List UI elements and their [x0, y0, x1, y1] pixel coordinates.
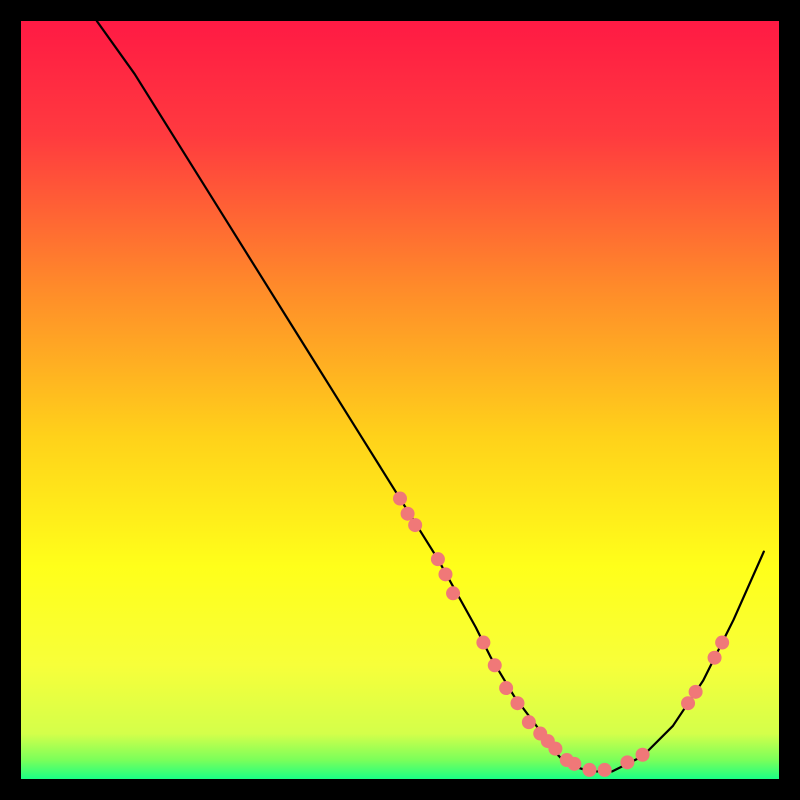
data-point — [522, 715, 536, 729]
data-point — [715, 636, 729, 650]
data-point — [401, 507, 415, 521]
data-point — [393, 492, 407, 506]
data-point — [567, 757, 581, 771]
data-point — [708, 651, 722, 665]
data-point — [636, 748, 650, 762]
data-point — [431, 552, 445, 566]
data-point — [620, 755, 634, 769]
data-point — [681, 696, 695, 710]
bottleneck-curve-chart — [21, 21, 779, 779]
data-point — [446, 586, 460, 600]
chart-frame: TheBottleneck.com — [21, 21, 779, 779]
data-point — [476, 636, 490, 650]
data-point — [408, 518, 422, 532]
data-point — [488, 658, 502, 672]
data-point — [583, 763, 597, 777]
data-point — [598, 763, 612, 777]
data-point — [689, 685, 703, 699]
data-point — [438, 567, 452, 581]
data-point — [499, 681, 513, 695]
gradient-background — [21, 21, 779, 779]
data-point — [548, 742, 562, 756]
data-point — [510, 696, 524, 710]
